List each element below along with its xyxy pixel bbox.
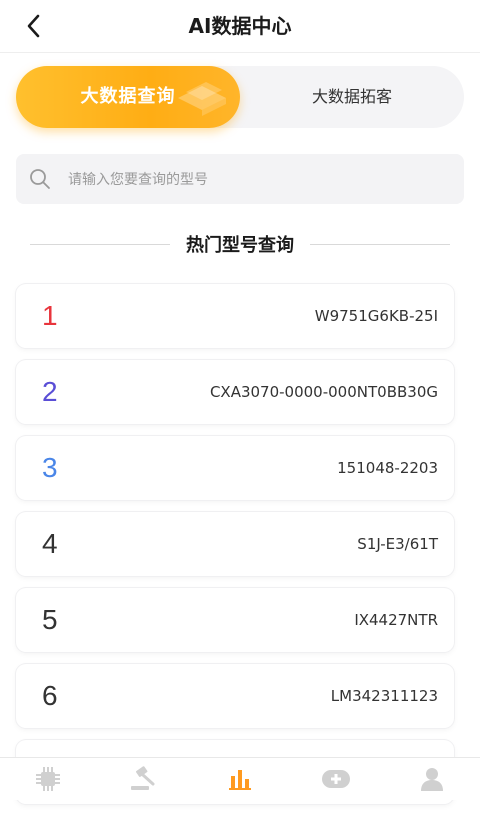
bottom-tab-bar <box>0 757 480 800</box>
list-item[interactable]: 4 S1J-E3/61T <box>16 512 454 576</box>
tab-game[interactable] <box>306 758 366 800</box>
header-bar: AI数据中心 <box>0 0 480 53</box>
search-input[interactable] <box>66 154 450 206</box>
section-title: 热门型号查询 <box>186 235 294 256</box>
tab-label: 大数据查询 <box>80 86 176 107</box>
user-icon <box>421 768 443 791</box>
divider-left <box>30 243 170 245</box>
rank-number: 2 <box>42 376 58 407</box>
hot-model-list: 1 W9751G6KB-25I 2 CXA3070-0000-000NT0BB3… <box>16 284 456 816</box>
bar-chart-icon <box>229 770 251 790</box>
model-number: S1J-E3/61T <box>357 535 438 553</box>
model-number: IX4427NTR <box>354 611 438 629</box>
model-number: CXA3070-0000-000NT0BB30G <box>209 383 438 401</box>
tab-big-data-query[interactable]: 大数据查询 <box>16 66 240 128</box>
rank-number: 6 <box>42 680 58 711</box>
tab-big-data-prospecting[interactable]: 大数据拓客 <box>240 66 464 128</box>
list-item[interactable]: 6 LM342311123 <box>16 664 454 728</box>
game-controller-icon <box>322 770 350 788</box>
search-icon <box>30 169 50 189</box>
list-item[interactable]: 1 W9751G6KB-25I <box>16 284 454 348</box>
divider-right <box>310 243 450 245</box>
model-number: 151048-2203 <box>337 459 438 477</box>
search-bar <box>16 154 464 206</box>
rank-number: 3 <box>42 452 58 483</box>
tab-profile[interactable] <box>402 758 462 800</box>
tab-auction[interactable] <box>114 758 174 800</box>
list-item[interactable]: 3 151048-2203 <box>16 436 454 500</box>
page-title: AI数据中心 <box>188 14 292 38</box>
list-item[interactable]: 5 IX4427NTR <box>16 588 454 652</box>
chip-icon <box>36 767 60 791</box>
rank-number: 5 <box>42 604 58 635</box>
tab-data-center[interactable] <box>210 758 270 800</box>
gavel-icon <box>131 766 155 790</box>
tab-chip[interactable] <box>18 758 78 800</box>
rank-number: 4 <box>42 528 58 559</box>
list-item[interactable]: 2 CXA3070-0000-000NT0BB30G <box>16 360 454 424</box>
rank-number: 1 <box>42 300 58 331</box>
model-number: LM342311123 <box>330 687 438 705</box>
model-number: W9751G6KB-25I <box>314 307 438 325</box>
section-heading: 热门型号查询 <box>30 228 450 260</box>
tab-switcher: 大数据查询 大数据拓客 <box>16 66 464 128</box>
